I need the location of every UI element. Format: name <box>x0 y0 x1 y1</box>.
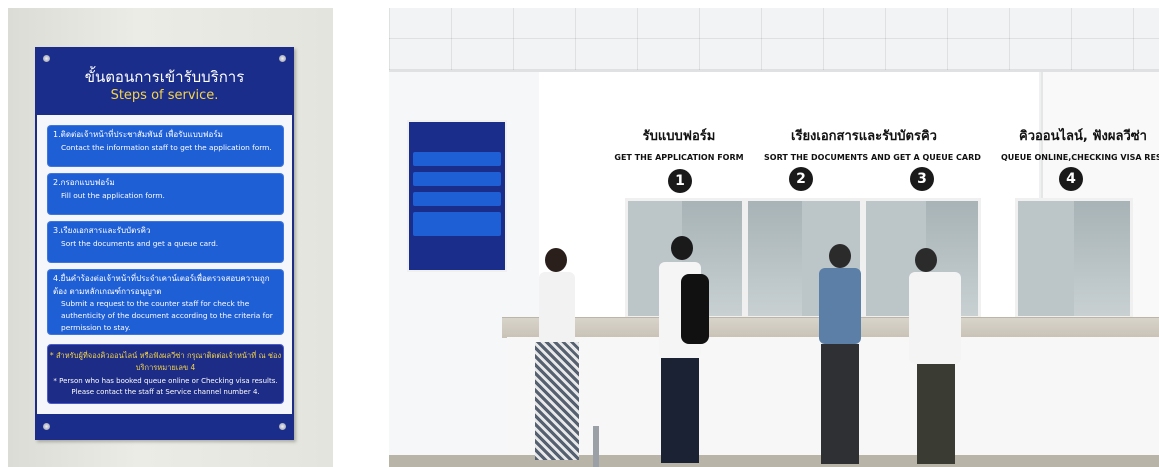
screw-icon <box>279 55 286 62</box>
backpack <box>681 274 709 344</box>
window-pane <box>1074 201 1130 316</box>
person-head <box>671 236 693 260</box>
step-1-thai: 1.ติดต่อเจ้าหน้าที่ประชาสัมพันธ์ เพื่อรั… <box>53 130 223 139</box>
counter-number-2: 2 <box>789 167 813 191</box>
wall-sign-small <box>407 120 507 272</box>
counter-4-title-english: QUEUE ONLINE,CHECKING VISA RESULT <box>1001 153 1159 162</box>
counter-1-title: รับแบบฟอร์ม GET THE APPLICATION FORM <box>609 125 749 162</box>
person-trousers <box>821 344 859 464</box>
counter-2-3-title-thai: เรียงเอกสารและรับบัตรคิว <box>791 129 937 144</box>
counter-2-3-title-english: SORT THE DOCUMENTS AND GET A QUEUE CARD <box>764 153 981 162</box>
step-2: 2.กรอกแบบฟอร์ม Fill out the application … <box>47 173 284 215</box>
person-top <box>819 268 861 344</box>
step-3: 3.เรียงเอกสารและรับบัตรคิว Sort the docu… <box>47 221 284 263</box>
person-top <box>909 272 961 364</box>
step-1: 1.ติดต่อเจ้าหน้าที่ประชาสัมพันธ์ เพื่อรั… <box>47 125 284 167</box>
queue-post <box>593 426 599 467</box>
step-4-english: Submit a request to the counter staff fo… <box>61 299 273 332</box>
person-head <box>545 248 567 272</box>
counter-number-4: 4 <box>1059 167 1083 191</box>
mini-sign-bar <box>413 172 501 186</box>
sign-title-thai: ขั้นตอนการเข้ารับบริการ <box>84 68 245 86</box>
online-queue-note: * สำหรับผู้ที่จองคิวออนไลน์ หรือฟังผลวีซ… <box>47 344 284 404</box>
person-man-blue-shirt <box>815 244 865 467</box>
mini-sign-bar <box>413 212 501 236</box>
step-4: 4.ยื่นคำร้องต่อเจ้าหน้าที่ประจำเคาน์เตอร… <box>47 269 284 335</box>
step-3-thai: 3.เรียงเอกสารและรับบัตรคิว <box>53 226 151 235</box>
person-trousers <box>917 364 955 464</box>
note-english: * Person who has booked queue online or … <box>53 377 278 396</box>
counter-1-title-english: GET THE APPLICATION FORM <box>614 153 744 162</box>
person-skirt <box>535 342 579 460</box>
step-1-english: Contact the information staff to get the… <box>61 143 272 152</box>
steps-of-service-sign: ขั้นตอนการเข้ารับบริการ Steps of service… <box>35 47 294 440</box>
person-trousers <box>661 358 699 463</box>
person-man-white-shirt <box>905 248 965 467</box>
screw-icon <box>279 423 286 430</box>
counter-1-title-thai: รับแบบฟอร์ม <box>642 129 716 144</box>
step-4-thai: 4.ยื่นคำร้องต่อเจ้าหน้าที่ประจำเคาน์เตอร… <box>53 274 270 296</box>
ceiling <box>389 8 1159 72</box>
counter-window-4 <box>1015 198 1133 319</box>
person-head <box>915 248 937 272</box>
counter-4-title: คิวออนไลน์, ฟังผลวีซ่า QUEUE ONLINE,CHEC… <box>1001 125 1159 162</box>
person-head <box>829 244 851 268</box>
screw-icon <box>43 423 50 430</box>
floor <box>389 455 1159 467</box>
note-thai: * สำหรับผู้ที่จองคิวออนไลน์ หรือฟังผลวีซ… <box>49 351 282 372</box>
counter-4-title-thai: คิวออนไลน์, ฟังผลวีซ่า <box>1019 129 1147 144</box>
sign-header: ขั้นตอนการเข้ารับบริการ Steps of service… <box>37 49 292 115</box>
counter-2-3-title: เรียงเอกสารและรับบัตรคิว SORT THE DOCUME… <box>764 125 981 162</box>
mini-sign-bar <box>413 192 501 206</box>
step-3-english: Sort the documents and get a queue card. <box>61 239 219 248</box>
person-man-backpack <box>651 236 709 467</box>
mini-sign-bar <box>413 152 501 166</box>
person-top <box>539 272 575 344</box>
sign-footer <box>37 414 292 438</box>
person-woman-patterned-skirt <box>529 248 581 467</box>
counter-number-1: 1 <box>668 169 692 193</box>
sign-title-english: Steps of service. <box>110 88 219 103</box>
step-2-thai: 2.กรอกแบบฟอร์ม <box>53 178 115 187</box>
screw-icon <box>43 55 50 62</box>
counter-photo: รับแบบฟอร์ม GET THE APPLICATION FORM เรี… <box>389 8 1159 467</box>
window-pane <box>748 201 802 316</box>
counter-number-3: 3 <box>910 167 934 191</box>
step-2-english: Fill out the application form. <box>61 191 165 200</box>
